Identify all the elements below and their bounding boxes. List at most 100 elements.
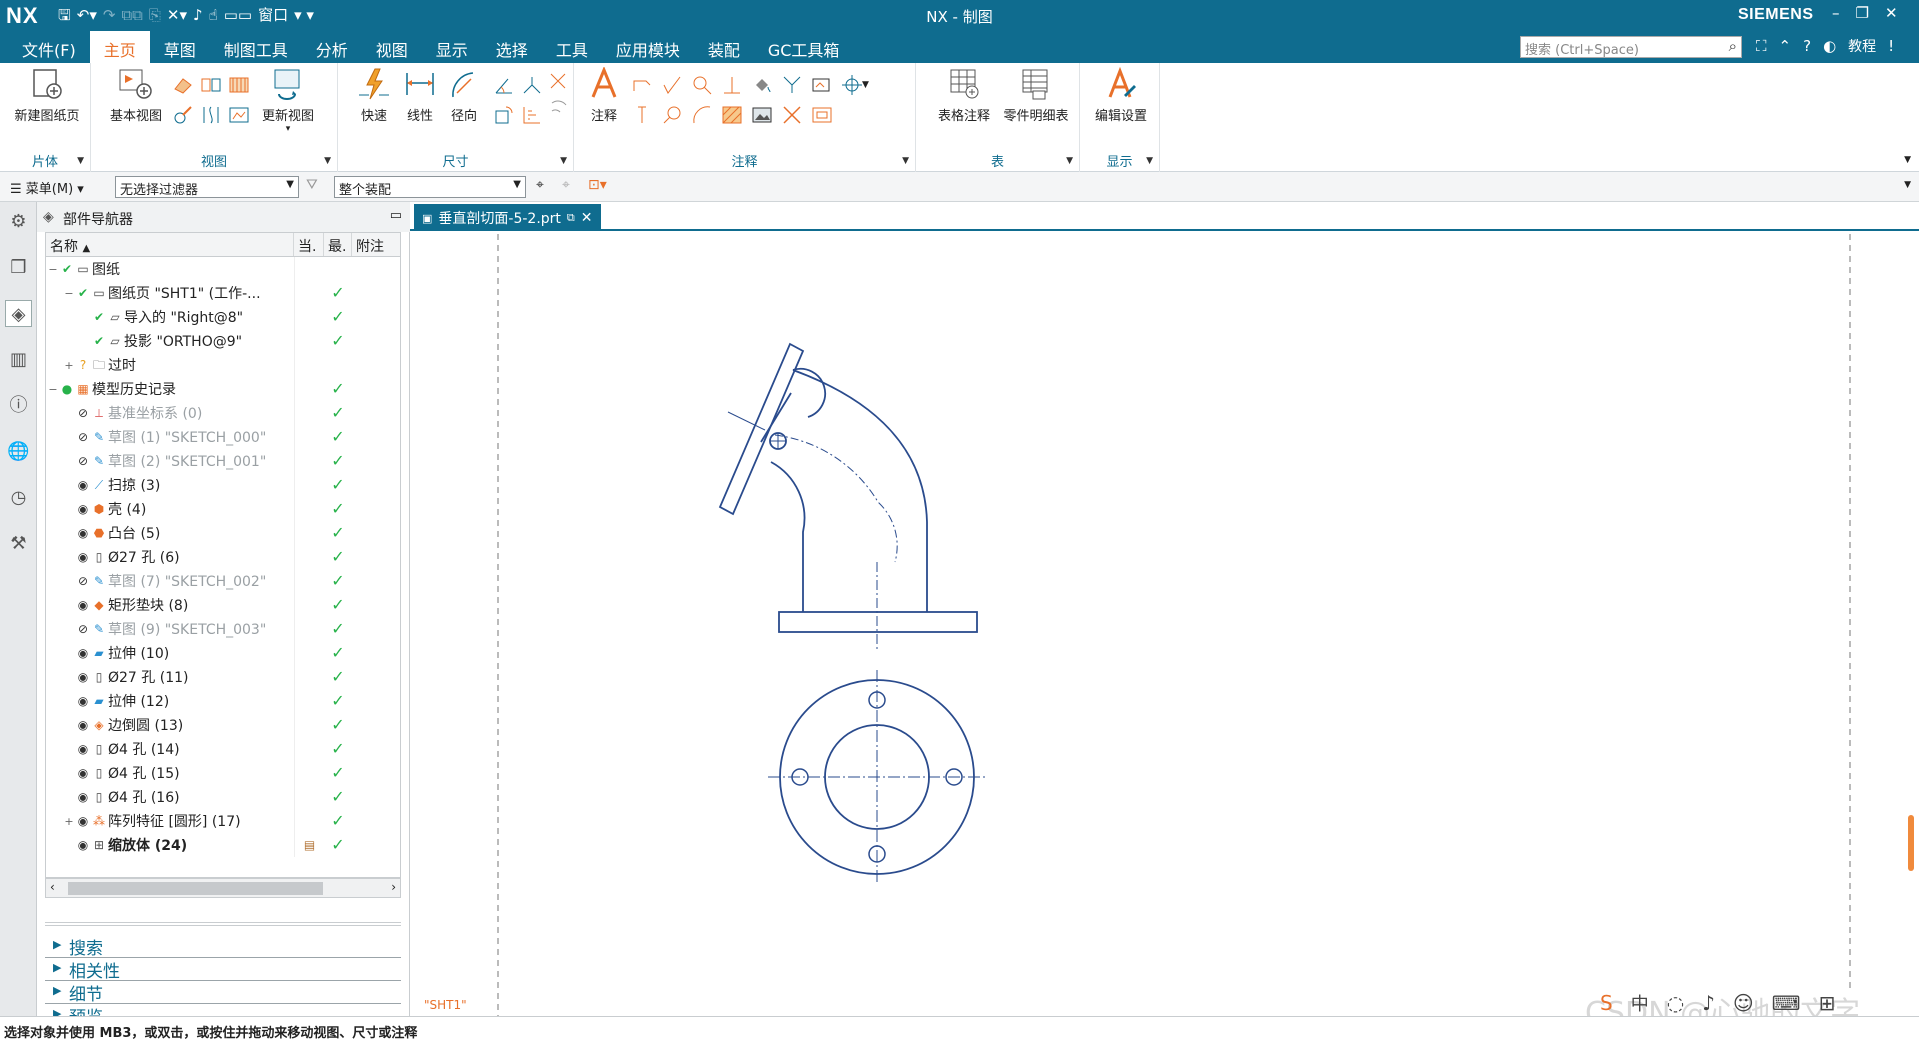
weld-symbol-icon[interactable] — [690, 73, 714, 97]
radial-dimension-button[interactable]: 径向 — [442, 67, 486, 124]
tree-row[interactable]: ◉ ▯ Ø4 孔 (15) ✓ — [46, 761, 400, 785]
target-point-icon[interactable] — [660, 103, 684, 127]
ordinate-dimension-icon[interactable] — [520, 103, 544, 127]
angular-dimension-icon[interactable] — [492, 73, 516, 97]
eye-icon[interactable]: ◉ — [76, 646, 90, 660]
help-icon[interactable]: ? — [1803, 37, 1811, 55]
chamfer-dimension-icon[interactable] — [520, 73, 544, 97]
minimize-icon[interactable]: – — [1832, 4, 1840, 22]
expand-toggle-icon[interactable]: + — [62, 815, 76, 828]
drawing-view-icon[interactable] — [227, 103, 251, 127]
column-notes[interactable]: 附注 — [352, 233, 400, 256]
menu-button[interactable]: ☰ 菜单(M) ▾ — [10, 178, 84, 197]
tree-row[interactable]: ◉ ⊞ 缩放体 (24) ▤ ✓ — [46, 833, 400, 857]
section-view-icon[interactable] — [199, 73, 223, 97]
coordinate-dimension-icon[interactable] — [546, 97, 570, 121]
eye-icon[interactable]: ◉ — [76, 742, 90, 756]
check-icon[interactable]: ✔ — [76, 286, 90, 300]
tree-row[interactable]: ⊘ ✎ 草图 (7) "SKETCH_002" ✓ — [46, 569, 400, 593]
column-latest[interactable]: 最. — [324, 233, 352, 256]
image-note-icon[interactable] — [810, 73, 834, 97]
expand-toggle-icon[interactable]: − — [46, 383, 60, 396]
tree-row[interactable]: ◉ ▰ 拉伸 (10) ✓ — [46, 641, 400, 665]
select-icon[interactable]: ⌖ — [536, 177, 544, 193]
detail-view-icon[interactable] — [227, 73, 251, 97]
panel-splitter[interactable] — [45, 922, 401, 926]
chevron-down-icon[interactable]: ▼ — [862, 73, 886, 97]
parts-list-button[interactable]: 零件明细表 — [998, 67, 1074, 124]
chevron-down-icon[interactable]: ▼ — [902, 156, 909, 166]
expand-toggle-icon[interactable]: − — [62, 287, 76, 300]
cross-mark-icon[interactable] — [780, 103, 804, 127]
chevron-down-icon[interactable]: ▼ — [1146, 156, 1153, 166]
tools-icon[interactable]: ⚒ — [5, 530, 32, 557]
close-icon[interactable]: ✕ — [1885, 4, 1898, 22]
reuse-library-icon[interactable]: ▥ — [5, 346, 32, 373]
rapid-dimension-button[interactable]: 快速 — [352, 67, 396, 124]
eye-icon[interactable]: ◉ — [76, 790, 90, 804]
tab-7[interactable]: 选择 — [482, 31, 542, 63]
type-filter-select[interactable]: 无选择过滤器 ▼ — [115, 176, 299, 198]
tab-0[interactable]: 文件(F) — [8, 31, 90, 63]
tab-11[interactable]: GC工具箱 — [754, 31, 854, 63]
new-sheet-button[interactable]: 新建图纸页 — [10, 67, 84, 124]
drawing-canvas[interactable] — [410, 202, 1919, 1016]
chevron-down-icon[interactable]: ▼ — [560, 156, 567, 166]
snap-point-icon[interactable]: ⊡▾ — [588, 177, 607, 193]
punctuation-icon[interactable]: ◌ — [1667, 991, 1684, 1015]
tree-row[interactable]: ◉ ▯ Ø27 孔 (11) ✓ — [46, 665, 400, 689]
eye-icon[interactable]: ◉ — [76, 502, 90, 516]
eye-icon[interactable]: ◉ — [76, 526, 90, 540]
part-navigator-icon[interactable]: ◈ — [5, 300, 32, 327]
arc-length-icon[interactable] — [492, 103, 516, 127]
check-icon[interactable]: ✔ — [60, 262, 74, 276]
tutorial-link[interactable]: 教程 — [1848, 36, 1876, 56]
surface-finish-icon[interactable] — [660, 73, 684, 97]
tree-row[interactable]: ◉ ▯ Ø4 孔 (16) ✓ — [46, 785, 400, 809]
chevron-right-icon[interactable]: › — [391, 880, 396, 894]
keyboard-icon[interactable]: ⌨ — [1772, 991, 1801, 1015]
fullscreen-icon[interactable]: ⛶ — [1756, 37, 1767, 55]
ribbon-options-icon[interactable]: ▼ — [1904, 155, 1911, 165]
tree-row[interactable]: − ● ▦ 模型历史记录 ✓ — [46, 377, 400, 401]
reset-filter-icon[interactable]: ⛛ — [306, 177, 318, 193]
tutorial-icon[interactable]: ◐ — [1823, 37, 1836, 55]
hidden-eye-icon[interactable]: ⊘ — [76, 454, 90, 468]
break-view-icon[interactable] — [171, 103, 195, 127]
id-symbol-icon[interactable] — [630, 103, 654, 127]
tree-row[interactable]: ◉ ⟋ 扫掠 (3) ✓ — [46, 473, 400, 497]
tree-row[interactable]: ◉ ◈ 边倒圆 (13) ✓ — [46, 713, 400, 737]
linear-dimension-button[interactable]: 线性 — [398, 67, 442, 124]
chevron-down-icon[interactable]: ▼ — [324, 156, 331, 166]
scroll-indicator[interactable] — [1908, 815, 1914, 871]
tree-row[interactable]: ◉ ⬣ 凸台 (5) ✓ — [46, 521, 400, 545]
chevron-down-icon[interactable]: ▼ — [1066, 156, 1073, 166]
tab-4[interactable]: 分析 — [302, 31, 362, 63]
tree-row[interactable]: ◉ ▯ Ø4 孔 (14) ✓ — [46, 737, 400, 761]
eye-icon[interactable]: ◉ — [76, 838, 90, 852]
tab-2[interactable]: 草图 — [150, 31, 210, 63]
ime-logo-icon[interactable]: S — [1600, 991, 1613, 1015]
expand-toggle-icon[interactable]: + — [62, 359, 76, 372]
feature-control-icon[interactable] — [630, 73, 654, 97]
search-icon[interactable]: ⌕ — [1729, 37, 1737, 55]
chevron-up-icon[interactable]: ⌃ — [1779, 37, 1792, 55]
hatch-fill-icon[interactable] — [750, 73, 774, 97]
eye-icon[interactable]: ◉ — [76, 550, 90, 564]
flange-top-view[interactable] — [768, 670, 985, 885]
assembly-navigator-icon[interactable]: ❒ — [5, 254, 32, 281]
chinese-mode-icon[interactable]: 中 — [1631, 990, 1649, 1016]
tree-row[interactable]: +? 🗀 过时 — [46, 353, 400, 377]
update-view-button[interactable]: 更新视图 ▾ — [253, 67, 323, 134]
alert-icon[interactable]: ! — [1888, 37, 1894, 55]
tree-row[interactable]: + ◉ ⁂ 阵列特征 [圆形] (17) ✓ — [46, 809, 400, 833]
graphics-window[interactable]: ▣ 垂直剖切面-5-2.prt ⧉ ✕ — [410, 202, 1919, 1016]
tree-row[interactable]: ⊘ ⟂ 基准坐标系 (0) ✓ — [46, 401, 400, 425]
break-out-icon[interactable] — [810, 103, 834, 127]
tree-row[interactable]: ⊘ ✎ 草图 (2) "SKETCH_001" ✓ — [46, 449, 400, 473]
eye-icon[interactable]: ◉ — [76, 478, 90, 492]
scroll-thumb[interactable] — [68, 882, 323, 895]
hidden-eye-icon[interactable]: ⊘ — [76, 406, 90, 420]
base-view-button[interactable]: 基本视图 — [105, 67, 167, 124]
expand-toggle-icon[interactable]: − — [46, 263, 60, 276]
